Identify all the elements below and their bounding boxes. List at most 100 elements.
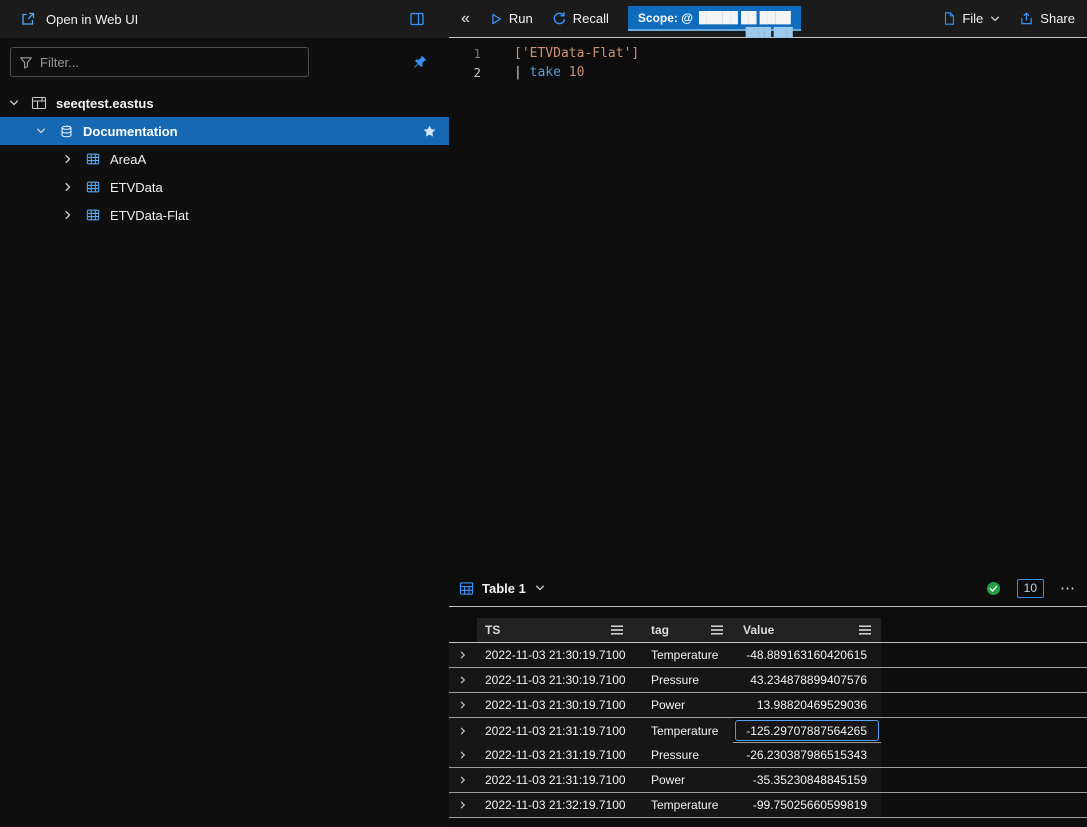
cell-value: -99.75025660599819 (753, 798, 867, 812)
column-header-ts[interactable]: TS (477, 618, 633, 642)
token-string: ['ETVData-Flat'] (514, 46, 639, 61)
cell-value: -48.889163160420615 (746, 648, 867, 662)
tree-item-etvdata[interactable]: ETVData (0, 173, 449, 201)
chevron-right-icon[interactable] (60, 181, 76, 193)
table-cell[interactable]: Temperature (633, 793, 733, 817)
open-in-web-ui-button[interactable]: Open in Web UI (20, 11, 138, 27)
share-button[interactable]: Share (1019, 11, 1075, 26)
table-icon (459, 581, 474, 596)
tree-item-etvdata-flat[interactable]: ETVData-Flat (0, 201, 449, 229)
table-cell[interactable]: 2022-11-03 21:30:19.7100 (477, 668, 633, 692)
kusto-explorer-app: Open in Web UI seeqtest.eastus Documentat… (0, 0, 1087, 827)
tree-item-documentation[interactable]: Documentation (0, 117, 449, 145)
row-filler (881, 768, 1087, 792)
table-icon (84, 208, 102, 222)
table-cell[interactable]: 2022-11-03 21:30:19.7100 (477, 643, 633, 667)
recall-button[interactable]: Recall (552, 11, 609, 26)
pin-filter-icon[interactable] (412, 54, 428, 70)
table-cell[interactable]: Power (633, 693, 733, 717)
cell-value: 2022-11-03 21:30:19.7100 (485, 698, 626, 712)
cell-value: Pressure (651, 748, 699, 762)
table-row[interactable]: 2022-11-03 21:30:19.7100Pressure 43.23487… (449, 668, 1087, 693)
chevron-down-icon[interactable] (6, 97, 22, 109)
table-cell[interactable]: Temperature (633, 643, 733, 667)
column-menu-icon[interactable] (611, 625, 623, 635)
column-header-label: Value (743, 623, 774, 637)
table-cell[interactable]: 2022-11-03 21:31:19.7100 (477, 743, 633, 767)
table-cell[interactable]: Temperature (633, 718, 733, 743)
row-expand-icon[interactable] (449, 643, 477, 667)
query-editor[interactable]: 1 ['ETVData-Flat'] 2| take 10 (449, 38, 1087, 570)
table-cell[interactable]: 2022-11-03 21:32:19.7100 (477, 793, 633, 817)
more-options-button[interactable]: ⋯ (1060, 579, 1075, 597)
column-header-value[interactable]: Value (733, 618, 881, 642)
line-number: 1 (449, 44, 496, 63)
column-menu-icon[interactable] (859, 625, 871, 635)
column-menu-icon[interactable] (711, 625, 723, 635)
tree-item-label: ETVData-Flat (110, 208, 189, 223)
cell-value: -26.230387986515343 (746, 748, 867, 762)
table-row[interactable]: 2022-11-03 21:31:19.7100Temperature -125.… (449, 718, 1087, 743)
row-expand-icon[interactable] (449, 718, 477, 743)
row-expand-icon[interactable] (449, 768, 477, 792)
row-count-badge[interactable]: 10 (1017, 579, 1044, 598)
cell-value: 2022-11-03 21:32:19.7100 (485, 798, 626, 812)
results-grid: TStagValue 2022-11-03 21:30:19.7100Tempe… (449, 618, 1087, 818)
collapse-panel-button[interactable]: « (461, 11, 470, 27)
table-cell[interactable]: 13.98820469529036 (733, 693, 881, 717)
cell-value: -125.29707887564265 (746, 724, 867, 738)
table-cell[interactable]: Pressure (633, 668, 733, 692)
table-cell[interactable]: -125.29707887564265 (735, 720, 879, 741)
table-icon (84, 180, 102, 194)
code-text: ['ETVData-Flat'] (496, 44, 639, 63)
table-row[interactable]: 2022-11-03 21:32:19.7100 Temperature -99.7… (449, 793, 1087, 818)
recall-icon (552, 11, 567, 26)
file-menu-button[interactable]: File (942, 11, 1001, 26)
chevron-right-icon[interactable] (60, 209, 76, 221)
tree-item-seeqtest-eastus[interactable]: seeqtest.eastus (0, 89, 449, 117)
scope-redacted-text-2: ████ ███ (746, 27, 793, 37)
table-row[interactable]: 2022-11-03 21:30:19.7100 Power 13.98820469… (449, 693, 1087, 718)
panel-toggle-icon[interactable] (409, 11, 425, 27)
column-header-tag[interactable]: tag (633, 618, 733, 642)
editor-line[interactable]: 1 ['ETVData-Flat'] (449, 44, 1087, 63)
table-cell[interactable]: Power (633, 768, 733, 792)
table-cell[interactable]: 2022-11-03 21:31:19.7100 (477, 768, 633, 792)
table-cell[interactable]: 43.234878899407576 (733, 668, 881, 692)
row-expand-icon[interactable] (449, 793, 477, 817)
editor-lines: 1 ['ETVData-Flat'] 2| take 10 (449, 44, 1087, 82)
table-cell[interactable]: -26.230387986515343 (733, 743, 881, 767)
results-tab-label[interactable]: Table 1 (482, 581, 526, 596)
run-button[interactable]: Run (489, 11, 533, 26)
star-icon[interactable] (422, 124, 437, 139)
cell-value: 43.234878899407576 (750, 673, 867, 687)
row-expand-icon[interactable] (449, 668, 477, 692)
results-header-right: 10 ⋯ (986, 579, 1075, 598)
cluster-icon (30, 95, 48, 111)
row-expand-icon[interactable] (449, 743, 477, 767)
editor-line[interactable]: 2| take 10 (449, 63, 1087, 82)
filter-input[interactable] (40, 55, 300, 70)
cell-value: Power (651, 698, 685, 712)
tree: seeqtest.eastusDocumentationAreaAETVData… (0, 89, 449, 229)
chevron-down-icon[interactable] (534, 582, 546, 594)
table-row[interactable]: 2022-11-03 21:31:19.7100Power-35.3523084… (449, 768, 1087, 793)
table-row[interactable]: 2022-11-03 21:30:19.7100Temperature -48.8… (449, 643, 1087, 668)
table-cell[interactable]: 2022-11-03 21:30:19.7100 (477, 693, 633, 717)
table-cell[interactable]: -99.75025660599819 (733, 793, 881, 817)
row-expand-icon[interactable] (449, 693, 477, 717)
tree-item-areaa[interactable]: AreaA (0, 145, 449, 173)
table-row[interactable]: 2022-11-03 21:31:19.7100 Pressure -26.2303… (449, 743, 1087, 768)
line-number: 2 (449, 63, 496, 82)
table-cell[interactable]: -35.35230848845159 (733, 768, 881, 792)
sidebar-topbar: Open in Web UI (0, 0, 449, 38)
chevron-down-icon[interactable] (33, 125, 49, 137)
table-cell[interactable]: 2022-11-03 21:31:19.7100 (477, 718, 633, 743)
tree-item-label: seeqtest.eastus (56, 96, 154, 111)
run-label: Run (509, 11, 533, 26)
table-cell[interactable]: Pressure (633, 743, 733, 767)
chevron-down-icon (989, 13, 1001, 25)
chevron-right-icon[interactable] (60, 153, 76, 165)
table-cell[interactable]: -48.889163160420615 (733, 643, 881, 667)
scope-selector[interactable]: Scope: @ █████ ██ ████ ████ ███ (628, 6, 801, 31)
